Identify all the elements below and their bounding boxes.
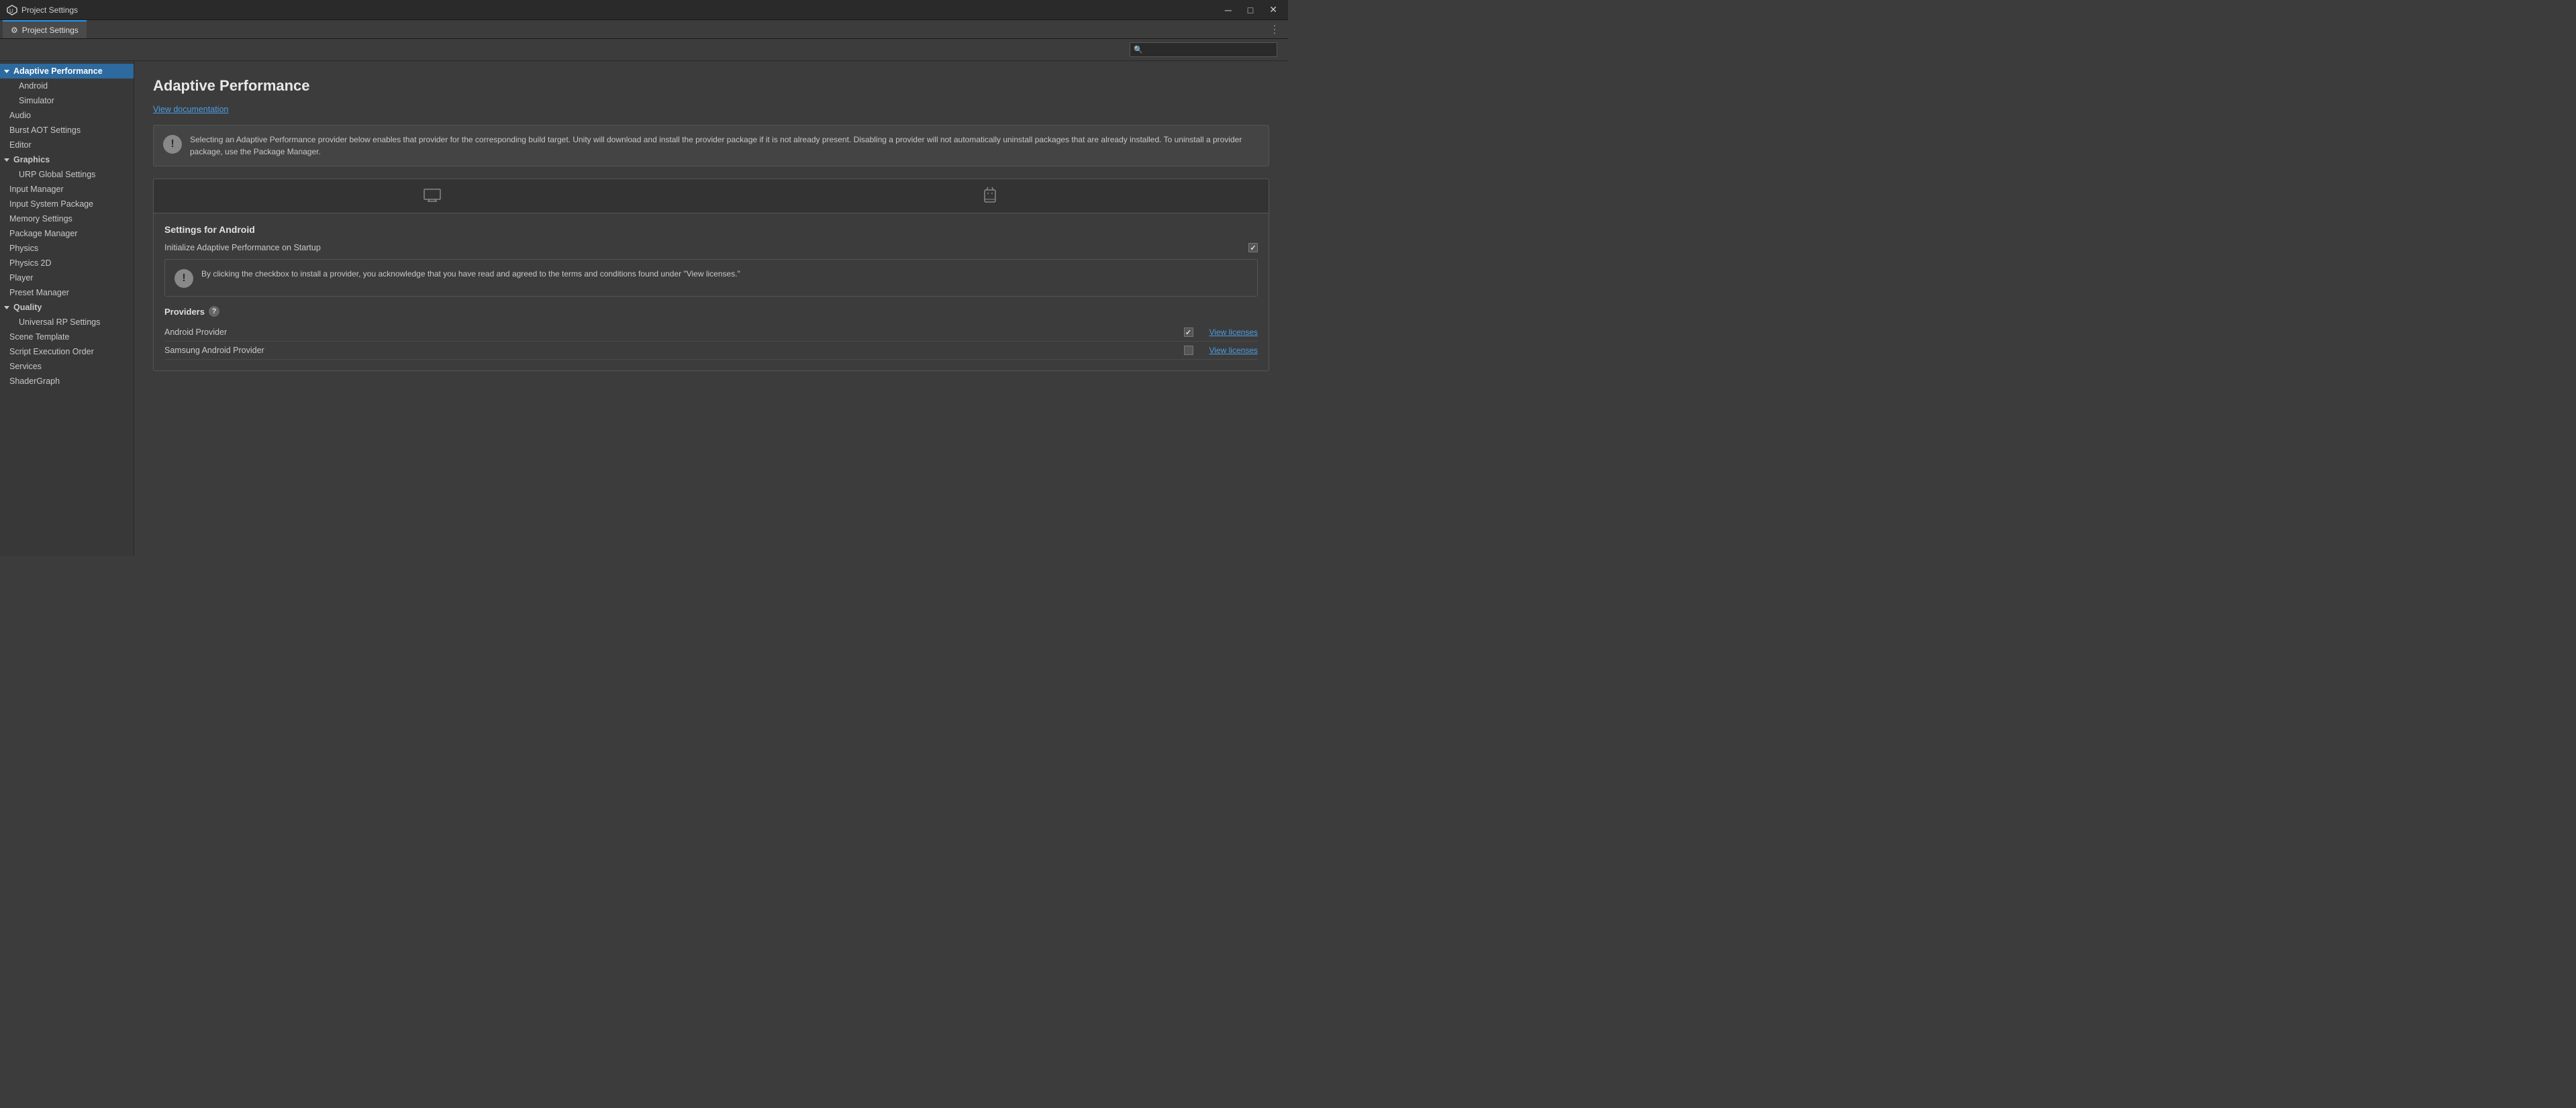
- sidebar-label-quality: Quality: [13, 303, 42, 312]
- sidebar-item-memory-settings[interactable]: Memory Settings: [0, 211, 134, 226]
- page-title: Adaptive Performance: [153, 77, 1269, 95]
- initialize-row: Initialize Adaptive Performance on Start…: [164, 243, 1258, 252]
- desktop-icon: [423, 188, 442, 203]
- sidebar-item-simulator[interactable]: Simulator: [0, 93, 134, 108]
- android-provider-name: Android Provider: [164, 328, 1184, 337]
- title-bar: U Project Settings ─ □ ✕: [0, 0, 1288, 20]
- title-bar-left: U Project Settings: [7, 5, 78, 15]
- sidebar-label-package-manager: Package Manager: [9, 229, 77, 238]
- svg-text:U: U: [9, 8, 13, 14]
- tab-bar: ⚙ Project Settings ⋮: [0, 20, 1288, 39]
- sidebar-label-scene-template: Scene Template: [9, 332, 69, 342]
- sidebar-label-physics-2d: Physics 2D: [9, 258, 52, 268]
- samsung-provider-name: Samsung Android Provider: [164, 346, 1184, 355]
- sidebar-item-services[interactable]: Services: [0, 359, 134, 374]
- sidebar-label-adaptive-performance: Adaptive Performance: [13, 66, 103, 76]
- main-layout: Adaptive Performance Android Simulator A…: [0, 61, 1288, 556]
- search-wrap: 🔍: [1130, 42, 1277, 57]
- sidebar-item-burst-aot[interactable]: Burst AOT Settings: [0, 123, 134, 138]
- sidebar-item-input-manager[interactable]: Input Manager: [0, 182, 134, 197]
- close-button[interactable]: ✕: [1265, 3, 1281, 17]
- search-input[interactable]: [1130, 42, 1277, 57]
- sidebar-label-script-execution: Script Execution Order: [9, 347, 94, 356]
- samsung-provider-view-licenses-link[interactable]: View licenses: [1209, 346, 1258, 355]
- provider-row-samsung: Samsung Android Provider View licenses: [164, 342, 1258, 360]
- more-options-icon[interactable]: ⋮: [1269, 23, 1285, 36]
- sidebar-label-input-system: Input System Package: [9, 199, 93, 209]
- tab-project-settings[interactable]: ⚙ Project Settings: [3, 20, 87, 38]
- sidebar-item-shadergraph[interactable]: ShaderGraph: [0, 374, 134, 389]
- tab-android[interactable]: [711, 179, 1269, 213]
- info-text: Selecting an Adaptive Performance provid…: [190, 134, 1259, 158]
- sidebar-label-graphics: Graphics: [13, 155, 50, 164]
- content-area: Adaptive Performance View documentation …: [134, 61, 1288, 556]
- sidebar-item-player[interactable]: Player: [0, 270, 134, 285]
- sidebar-label-editor: Editor: [9, 140, 32, 150]
- minimize-button[interactable]: ─: [1221, 3, 1236, 17]
- tab-label: Project Settings: [22, 26, 79, 35]
- providers-header: Providers ?: [164, 306, 1258, 317]
- sidebar-item-universal-rp[interactable]: Universal RP Settings: [0, 315, 134, 330]
- sidebar-label-services: Services: [9, 362, 42, 371]
- sidebar-item-editor[interactable]: Editor: [0, 138, 134, 152]
- sidebar-label-audio: Audio: [9, 111, 31, 120]
- sidebar-label-physics: Physics: [9, 244, 38, 253]
- sidebar-label-input-manager: Input Manager: [9, 185, 64, 194]
- sidebar-item-physics[interactable]: Physics: [0, 241, 134, 256]
- sidebar-item-adaptive-performance[interactable]: Adaptive Performance: [0, 64, 134, 79]
- sidebar-label-simulator: Simulator: [19, 96, 54, 105]
- unity-logo-icon: U: [7, 5, 17, 15]
- info-icon: !: [163, 135, 182, 154]
- sidebar-label-preset-manager: Preset Manager: [9, 288, 69, 297]
- sidebar-item-quality[interactable]: Quality: [0, 300, 134, 315]
- search-icon: 🔍: [1134, 46, 1143, 54]
- android-provider-view-licenses-link[interactable]: View licenses: [1209, 328, 1258, 337]
- expand-arrow-icon: [4, 70, 9, 73]
- sidebar: Adaptive Performance Android Simulator A…: [0, 61, 134, 556]
- providers-title: Providers: [164, 307, 205, 317]
- warning-box: ! By clicking the checkbox to install a …: [164, 259, 1258, 297]
- window-title: Project Settings: [21, 5, 78, 15]
- sidebar-label-urp-global: URP Global Settings: [19, 170, 95, 179]
- initialize-checkbox[interactable]: [1248, 243, 1258, 252]
- sidebar-label-burst-aot: Burst AOT Settings: [9, 125, 81, 135]
- view-documentation-link[interactable]: View documentation: [153, 105, 228, 114]
- settings-section-title: Settings for Android: [164, 224, 1258, 235]
- search-bar-row: 🔍: [0, 39, 1288, 61]
- android-provider-checkbox[interactable]: [1184, 328, 1193, 337]
- sidebar-item-package-manager[interactable]: Package Manager: [0, 226, 134, 241]
- tab-desktop[interactable]: [154, 179, 711, 213]
- help-icon[interactable]: ?: [209, 306, 219, 317]
- initialize-label: Initialize Adaptive Performance on Start…: [164, 243, 1240, 252]
- sidebar-item-audio[interactable]: Audio: [0, 108, 134, 123]
- expand-arrow-graphics-icon: [4, 158, 9, 162]
- sidebar-label-memory-settings: Memory Settings: [9, 214, 72, 223]
- sidebar-item-graphics[interactable]: Graphics: [0, 152, 134, 167]
- title-bar-controls: ─ □ ✕: [1221, 3, 1281, 17]
- sidebar-item-input-system[interactable]: Input System Package: [0, 197, 134, 211]
- warning-icon: !: [175, 269, 193, 288]
- sidebar-label-shadergraph: ShaderGraph: [9, 376, 60, 386]
- platform-tabs: [153, 179, 1269, 213]
- android-icon: [983, 186, 997, 205]
- settings-panel: Settings for Android Initialize Adaptive…: [153, 213, 1269, 371]
- sidebar-label-player: Player: [9, 273, 33, 283]
- provider-row-android: Android Provider View licenses: [164, 323, 1258, 342]
- sidebar-item-android[interactable]: Android: [0, 79, 134, 93]
- gear-icon: ⚙: [11, 26, 18, 35]
- warning-text: By clicking the checkbox to install a pr…: [201, 268, 740, 280]
- info-box: ! Selecting an Adaptive Performance prov…: [153, 125, 1269, 166]
- sidebar-label-android: Android: [19, 81, 48, 91]
- sidebar-item-physics-2d[interactable]: Physics 2D: [0, 256, 134, 270]
- restore-button[interactable]: □: [1244, 3, 1257, 17]
- samsung-provider-checkbox[interactable]: [1184, 346, 1193, 355]
- sidebar-item-scene-template[interactable]: Scene Template: [0, 330, 134, 344]
- expand-arrow-quality-icon: [4, 306, 9, 309]
- sidebar-item-preset-manager[interactable]: Preset Manager: [0, 285, 134, 300]
- sidebar-item-urp-global[interactable]: URP Global Settings: [0, 167, 134, 182]
- sidebar-label-universal-rp: Universal RP Settings: [19, 317, 100, 327]
- sidebar-item-script-execution[interactable]: Script Execution Order: [0, 344, 134, 359]
